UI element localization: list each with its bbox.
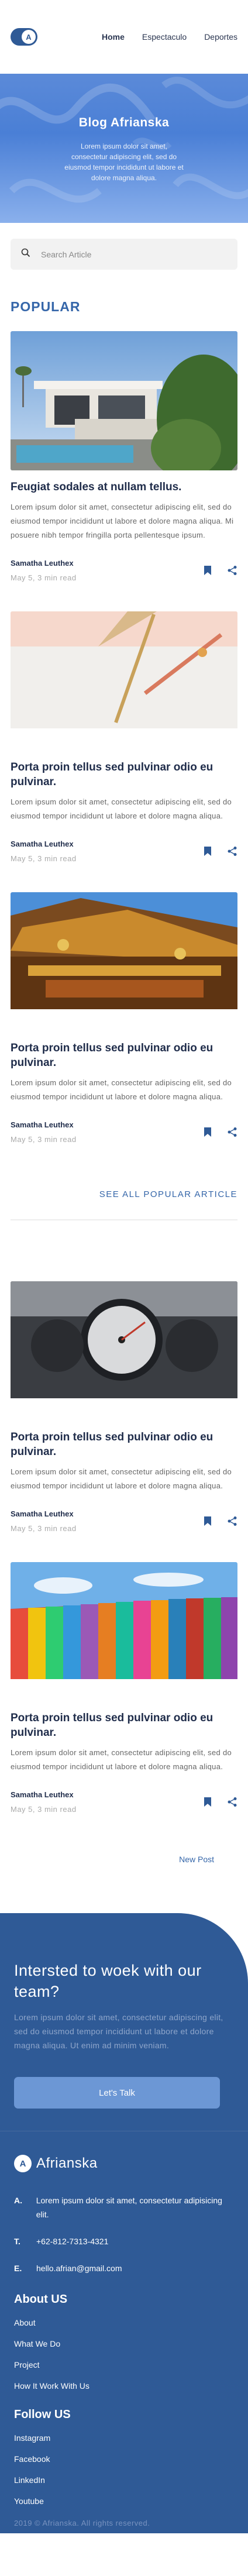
contact-label: T. — [14, 2237, 20, 2246]
logo-letter: A — [22, 30, 36, 44]
article-date: May 5, 3 min read — [11, 1805, 77, 1814]
contact-value: Lorem ipsum dolor sit amet, consectetur … — [36, 2196, 222, 2219]
share-icon[interactable] — [227, 1797, 237, 1810]
footer-link-instagram[interactable]: Instagram — [14, 2433, 234, 2443]
article-description: Lorem ipsum dolor sit amet, consectetur … — [11, 1467, 232, 1490]
article-card[interactable]: Porta proin tellus sed pulvinar odio eu … — [11, 611, 237, 863]
article-image-house[interactable] — [11, 331, 237, 470]
footer: A Afrianska A. Lorem ipsum dolor sit ame… — [0, 2131, 248, 2533]
hero-banner: Blog Afrianska Lorem ipsum dolor sit ame… — [0, 74, 248, 223]
contact-label: A. — [14, 2196, 22, 2205]
article-author[interactable]: Samatha Leuthex — [11, 1509, 77, 1518]
article-description: Lorem ipsum dolor sit amet, consectetur … — [11, 1748, 232, 1771]
article-date: May 5, 3 min read — [11, 1135, 77, 1144]
article-author[interactable]: Samatha Leuthex — [11, 1120, 77, 1129]
article-image-pens[interactable] — [11, 611, 237, 751]
share-icon[interactable] — [227, 565, 237, 579]
footer-link-linkedin[interactable]: LinkedIn — [14, 2475, 234, 2485]
hero-title: Blog Afrianska — [78, 115, 170, 129]
contact-value[interactable]: +62-812-7313-4321 — [36, 2234, 108, 2248]
article-image-car[interactable] — [11, 1281, 237, 1421]
article-description: Lorem ipsum dolor sit amet, consectetur … — [11, 503, 234, 539]
article-title[interactable]: Porta proin tellus sed pulvinar odio eu … — [11, 760, 237, 789]
footer-link-youtube[interactable]: Youtube — [14, 2496, 234, 2506]
bookmark-icon[interactable] — [204, 565, 212, 579]
article-author[interactable]: Samatha Leuthex — [11, 559, 77, 568]
article-card[interactable]: Porta proin tellus sed pulvinar odio eu … — [11, 892, 237, 1144]
footer-logo[interactable]: A Afrianska — [14, 2155, 234, 2172]
article-date: May 5, 3 min read — [11, 854, 77, 863]
article-title[interactable]: Porta proin tellus sed pulvinar odio eu … — [11, 1430, 237, 1459]
nav-link-home[interactable]: Home — [102, 32, 125, 42]
footer-logo-text: Afrianska — [36, 2155, 98, 2171]
share-icon[interactable] — [227, 1516, 237, 1529]
search-bar[interactable] — [11, 239, 237, 270]
article-image-temple[interactable] — [11, 892, 237, 1031]
temple-roof-photo — [11, 892, 237, 1009]
footer-logo-letter: A — [14, 2155, 32, 2172]
footer-link-what-we-do[interactable]: What We Do — [14, 2339, 234, 2348]
footer-link-project[interactable]: Project — [14, 2360, 234, 2369]
article-title[interactable]: Feugiat sodales at nullam tellus. — [11, 480, 237, 494]
article-card[interactable]: Porta proin tellus sed pulvinar odio eu … — [11, 1281, 237, 1533]
footer-link-how-it-works[interactable]: How It Work With Us — [14, 2381, 234, 2391]
contact-value[interactable]: hello.afrian@gmail.com — [36, 2261, 122, 2275]
article-description: Lorem ipsum dolor sit amet, consectetur … — [11, 797, 232, 820]
top-nav: A Home Espectaculo Deportes — [0, 0, 248, 74]
nav-link-deportes[interactable]: Deportes — [204, 32, 237, 42]
contact-phone: T. +62-812-7313-4321 — [14, 2234, 234, 2248]
bookmark-icon[interactable] — [204, 1797, 212, 1810]
search-input[interactable] — [41, 249, 227, 259]
search-icon — [21, 248, 30, 260]
footer-link-about[interactable]: About — [14, 2318, 234, 2327]
cta-section: Intersted to woek with our team? Lorem i… — [0, 1913, 248, 2131]
share-icon[interactable] — [227, 846, 237, 859]
bookmark-icon[interactable] — [204, 1127, 212, 1140]
article-date: May 5, 3 min read — [11, 1524, 77, 1533]
bookmark-icon[interactable] — [204, 846, 212, 859]
lets-talk-button[interactable]: Let's Talk — [14, 2077, 220, 2109]
logo[interactable]: A — [11, 28, 37, 46]
pens-on-desk-photo — [11, 611, 237, 728]
colorful-building-photo — [11, 1562, 237, 1679]
section-divider — [11, 1219, 237, 1220]
cta-text: Lorem ipsum dolor sit amet, consectetur … — [14, 2013, 223, 2050]
new-post-link[interactable]: New Post — [34, 1855, 214, 1864]
footer-link-facebook[interactable]: Facebook — [14, 2454, 234, 2464]
hero-subtitle: Lorem ipsum dolor sit amet, consectetur … — [64, 142, 184, 182]
article-title[interactable]: Porta proin tellus sed pulvinar odio eu … — [11, 1711, 237, 1740]
contact-email: E. hello.afrian@gmail.com — [14, 2261, 234, 2275]
contact-address: A. Lorem ipsum dolor sit amet, consectet… — [14, 2193, 234, 2221]
nav-links: Home Espectaculo Deportes — [102, 32, 237, 42]
article-image-building[interactable] — [11, 1562, 237, 1701]
copyright: 2019 © Afrianska. All rights reserved. — [14, 2519, 150, 2527]
article-card[interactable]: Porta proin tellus sed pulvinar odio eu … — [11, 1562, 237, 1814]
about-heading: About US — [14, 2293, 68, 2306]
car-gauge-photo — [11, 1281, 237, 1398]
article-author[interactable]: Samatha Leuthex — [11, 1790, 77, 1799]
see-all-popular-link[interactable]: SEE ALL POPULAR ARTICLE — [11, 1189, 237, 1199]
modern-house-photo — [11, 331, 237, 470]
article-card[interactable]: Feugiat sodales at nullam tellus. Lorem … — [11, 331, 237, 582]
popular-section-title: POPULAR — [11, 299, 81, 314]
article-author[interactable]: Samatha Leuthex — [11, 840, 77, 848]
contact-label: E. — [14, 2264, 22, 2273]
article-date: May 5, 3 min read — [11, 573, 77, 582]
bookmark-icon[interactable] — [204, 1516, 212, 1529]
cta-title: Intersted to woek with our team? — [14, 1962, 202, 2000]
article-description: Lorem ipsum dolor sit amet, consectetur … — [11, 1078, 232, 1101]
follow-heading: Follow US — [14, 2408, 71, 2421]
article-title[interactable]: Porta proin tellus sed pulvinar odio eu … — [11, 1041, 237, 1070]
share-icon[interactable] — [227, 1127, 237, 1140]
nav-link-espectaculo[interactable]: Espectaculo — [142, 32, 187, 42]
